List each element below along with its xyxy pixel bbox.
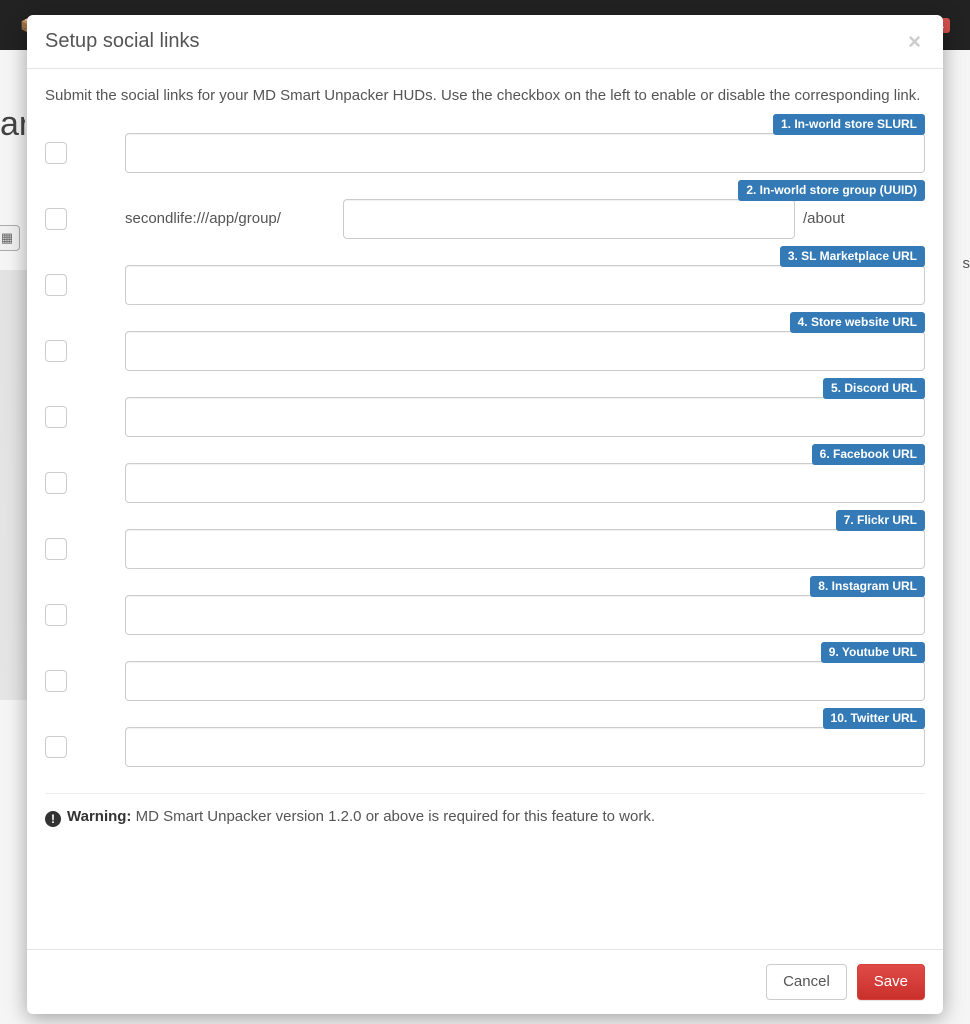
link-row-discord: 5. Discord URL <box>45 397 925 437</box>
modal-overlay: Setup social links × Submit the social l… <box>0 0 970 1024</box>
modal-body: Submit the social links for your MD Smar… <box>27 69 943 949</box>
modal-footer: Cancel Save <box>27 949 943 1014</box>
link-badge: 3. SL Marketplace URL <box>780 246 925 267</box>
modal-title: Setup social links <box>45 30 904 53</box>
link-badge: 5. Discord URL <box>823 378 925 399</box>
youtube-url-input[interactable] <box>125 661 925 701</box>
setup-social-links-modal: Setup social links × Submit the social l… <box>27 15 943 1014</box>
link-row-store-website: 4. Store website URL <box>45 331 925 371</box>
enable-checkbox[interactable] <box>45 472 67 494</box>
link-badge: 4. Store website URL <box>790 312 925 333</box>
separator <box>45 793 925 794</box>
twitter-url-input[interactable] <box>125 727 925 767</box>
group-url-suffix: /about <box>795 210 853 227</box>
warning-text: MD Smart Unpacker version 1.2.0 or above… <box>136 808 655 825</box>
link-row-group-uuid: 2. In-world store group (UUID) secondlif… <box>45 199 925 239</box>
link-badge: 1. In-world store SLURL <box>773 114 925 135</box>
enable-checkbox[interactable] <box>45 736 67 758</box>
close-button[interactable]: × <box>904 31 925 53</box>
group-url-prefix: secondlife:///app/group/ <box>125 210 343 227</box>
save-button[interactable]: Save <box>857 964 925 1000</box>
link-row-flickr: 7. Flickr URL <box>45 529 925 569</box>
link-row-twitter: 10. Twitter URL <box>45 727 925 767</box>
flickr-url-input[interactable] <box>125 529 925 569</box>
warning-icon: ! <box>45 811 61 827</box>
facebook-url-input[interactable] <box>125 463 925 503</box>
link-row-marketplace: 3. SL Marketplace URL <box>45 265 925 305</box>
link-row-instagram: 8. Instagram URL <box>45 595 925 635</box>
link-badge: 6. Facebook URL <box>812 444 925 465</box>
warning-line: ! Warning: MD Smart Unpacker version 1.2… <box>45 808 925 825</box>
enable-checkbox[interactable] <box>45 670 67 692</box>
link-row-inworld-slurl: 1. In-world store SLURL <box>45 133 925 173</box>
enable-checkbox[interactable] <box>45 142 67 164</box>
instagram-url-input[interactable] <box>125 595 925 635</box>
enable-checkbox[interactable] <box>45 340 67 362</box>
enable-checkbox[interactable] <box>45 274 67 296</box>
link-badge: 2. In-world store group (UUID) <box>738 180 925 201</box>
modal-intro-text: Submit the social links for your MD Smar… <box>45 85 925 107</box>
group-uuid-input[interactable] <box>343 199 795 239</box>
enable-checkbox[interactable] <box>45 538 67 560</box>
enable-checkbox[interactable] <box>45 604 67 626</box>
enable-checkbox[interactable] <box>45 208 67 230</box>
store-website-input[interactable] <box>125 331 925 371</box>
discord-url-input[interactable] <box>125 397 925 437</box>
link-badge: 7. Flickr URL <box>836 510 925 531</box>
warning-label: Warning: <box>67 808 131 825</box>
link-row-facebook: 6. Facebook URL <box>45 463 925 503</box>
cancel-button[interactable]: Cancel <box>766 964 847 1000</box>
modal-header: Setup social links × <box>27 15 943 69</box>
link-badge: 10. Twitter URL <box>823 708 925 729</box>
link-badge: 8. Instagram URL <box>810 576 925 597</box>
slurl-input[interactable] <box>125 133 925 173</box>
marketplace-url-input[interactable] <box>125 265 925 305</box>
link-row-youtube: 9. Youtube URL <box>45 661 925 701</box>
link-badge: 9. Youtube URL <box>821 642 925 663</box>
enable-checkbox[interactable] <box>45 406 67 428</box>
